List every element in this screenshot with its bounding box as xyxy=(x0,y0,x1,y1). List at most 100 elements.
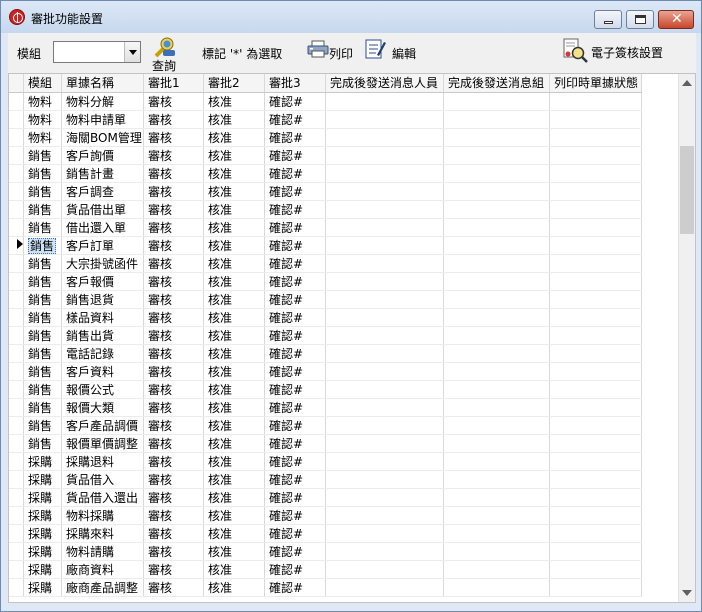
row-indicator[interactable] xyxy=(9,344,24,363)
grid-cell[interactable] xyxy=(443,470,550,489)
grid-cell[interactable]: 核准 xyxy=(203,506,265,525)
grid-cell[interactable]: 確認# xyxy=(264,236,326,255)
table-row[interactable]: 銷售 報價單價調整 審核 核准 確認# xyxy=(9,434,642,453)
grid-cell[interactable]: 確認# xyxy=(264,452,326,471)
grid-cell[interactable] xyxy=(443,344,550,363)
grid-cell[interactable]: 銷售 xyxy=(23,182,62,201)
grid-cell[interactable]: 審核 xyxy=(143,434,204,453)
grid-cell[interactable]: 客戶資料 xyxy=(61,362,144,381)
grid-cell[interactable] xyxy=(325,308,444,327)
data-grid[interactable]: 模組 單據名稱 審批1 審批2 審批3 完成後發送消息人員 完成後發送消息組 列… xyxy=(8,73,696,603)
grid-cell[interactable]: 核准 xyxy=(203,254,265,273)
grid-cell[interactable]: 審核 xyxy=(143,524,204,543)
grid-cell[interactable]: 核准 xyxy=(203,236,265,255)
table-row[interactable]: 銷售 樣品資料 審核 核准 確認# xyxy=(9,308,642,327)
row-indicator[interactable] xyxy=(9,524,24,543)
grid-cell[interactable]: 核准 xyxy=(203,326,265,345)
grid-cell[interactable] xyxy=(549,182,642,201)
grid-cell[interactable] xyxy=(549,236,642,255)
grid-cell[interactable]: 確認# xyxy=(264,146,326,165)
row-indicator[interactable] xyxy=(9,308,24,327)
grid-cell[interactable]: 確認# xyxy=(264,542,326,561)
row-indicator[interactable] xyxy=(9,398,24,417)
grid-cell[interactable] xyxy=(443,578,550,597)
grid-cell[interactable]: 貨品借入還出 xyxy=(61,488,144,507)
grid-cell[interactable]: 審核 xyxy=(143,290,204,309)
close-button[interactable]: ✕ xyxy=(658,10,694,29)
grid-cell[interactable]: 採購退料 xyxy=(61,452,144,471)
grid-cell[interactable] xyxy=(443,308,550,327)
table-row[interactable]: 採購 貨品借入 審核 核准 確認# xyxy=(9,470,642,489)
grid-cell[interactable]: 核准 xyxy=(203,578,265,597)
grid-cell[interactable] xyxy=(549,218,642,237)
grid-cell[interactable]: 確認# xyxy=(264,326,326,345)
grid-cell[interactable]: 審核 xyxy=(143,200,204,219)
grid-cell[interactable] xyxy=(325,128,444,147)
row-indicator[interactable] xyxy=(9,146,24,165)
grid-cell[interactable] xyxy=(325,398,444,417)
grid-cell[interactable] xyxy=(549,398,642,417)
grid-cell[interactable] xyxy=(549,344,642,363)
grid-cell[interactable]: 確認# xyxy=(264,272,326,291)
row-indicator[interactable] xyxy=(9,272,24,291)
grid-cell[interactable]: 審核 xyxy=(143,416,204,435)
grid-cell[interactable] xyxy=(549,542,642,561)
grid-cell[interactable] xyxy=(443,218,550,237)
table-row[interactable]: 銷售 客戶報價 審核 核准 確認# xyxy=(9,272,642,291)
grid-cell[interactable] xyxy=(443,416,550,435)
grid-cell[interactable]: 採購 xyxy=(23,452,62,471)
grid-cell[interactable]: 電話記錄 xyxy=(61,344,144,363)
grid-cell[interactable]: 物料採購 xyxy=(61,506,144,525)
grid-cell[interactable]: 採購 xyxy=(23,506,62,525)
grid-cell[interactable]: 確認# xyxy=(264,506,326,525)
grid-cell[interactable]: 核准 xyxy=(203,128,265,147)
grid-cell[interactable] xyxy=(325,200,444,219)
table-row[interactable]: 銷售 電話記錄 審核 核准 確認# xyxy=(9,344,642,363)
column-header[interactable]: 完成後發送消息人員 xyxy=(325,74,444,93)
grid-cell[interactable] xyxy=(325,236,444,255)
grid-cell[interactable] xyxy=(325,380,444,399)
table-row[interactable]: 採購 物料請購 審核 核准 確認# xyxy=(9,542,642,561)
table-row[interactable]: 銷售 客戶調查 審核 核准 確認# xyxy=(9,182,642,201)
row-indicator[interactable] xyxy=(9,236,24,255)
grid-cell[interactable] xyxy=(443,488,550,507)
grid-cell[interactable] xyxy=(325,362,444,381)
grid-cell[interactable]: 核准 xyxy=(203,380,265,399)
grid-cell[interactable] xyxy=(325,326,444,345)
grid-cell[interactable]: 銷售 xyxy=(23,362,62,381)
grid-cell[interactable]: 銷售 xyxy=(23,434,62,453)
row-indicator[interactable] xyxy=(9,578,24,597)
grid-cell[interactable]: 確認# xyxy=(264,92,326,111)
grid-cell[interactable]: 核准 xyxy=(203,416,265,435)
grid-cell[interactable]: 銷售 xyxy=(23,218,62,237)
grid-cell[interactable] xyxy=(443,398,550,417)
grid-cell[interactable] xyxy=(549,362,642,381)
grid-cell[interactable]: 物料 xyxy=(23,92,62,111)
grid-cell[interactable]: 銷售出貨 xyxy=(61,326,144,345)
grid-cell[interactable]: 審核 xyxy=(143,182,204,201)
grid-cell[interactable]: 審核 xyxy=(143,146,204,165)
table-row[interactable]: 銷售 客戶訂單 審核 核准 確認# xyxy=(9,236,642,255)
grid-cell[interactable]: 物料 xyxy=(23,128,62,147)
grid-cell[interactable]: 核准 xyxy=(203,182,265,201)
grid-cell[interactable] xyxy=(549,164,642,183)
grid-cell[interactable]: 客戶詢價 xyxy=(61,146,144,165)
grid-cell[interactable] xyxy=(549,308,642,327)
grid-cell[interactable]: 銷售 xyxy=(23,200,62,219)
grid-cell[interactable]: 確認# xyxy=(264,344,326,363)
grid-cell[interactable] xyxy=(443,236,550,255)
row-indicator[interactable] xyxy=(9,110,24,129)
grid-cell[interactable]: 廠商產品調整 xyxy=(61,578,144,597)
grid-cell[interactable]: 確認# xyxy=(264,488,326,507)
grid-cell[interactable] xyxy=(443,560,550,579)
grid-cell[interactable]: 確認# xyxy=(264,398,326,417)
column-header[interactable]: 列印時單據狀態 xyxy=(549,74,642,93)
grid-cell[interactable]: 物料分解 xyxy=(61,92,144,111)
grid-cell[interactable]: 確認# xyxy=(264,164,326,183)
grid-cell[interactable]: 海關BOM管理 xyxy=(61,128,144,147)
row-indicator[interactable] xyxy=(9,182,24,201)
table-row[interactable]: 物料 物料分解 審核 核准 確認# xyxy=(9,92,642,111)
grid-cell[interactable] xyxy=(325,164,444,183)
grid-cell[interactable]: 報價單價調整 xyxy=(61,434,144,453)
row-indicator[interactable] xyxy=(9,380,24,399)
